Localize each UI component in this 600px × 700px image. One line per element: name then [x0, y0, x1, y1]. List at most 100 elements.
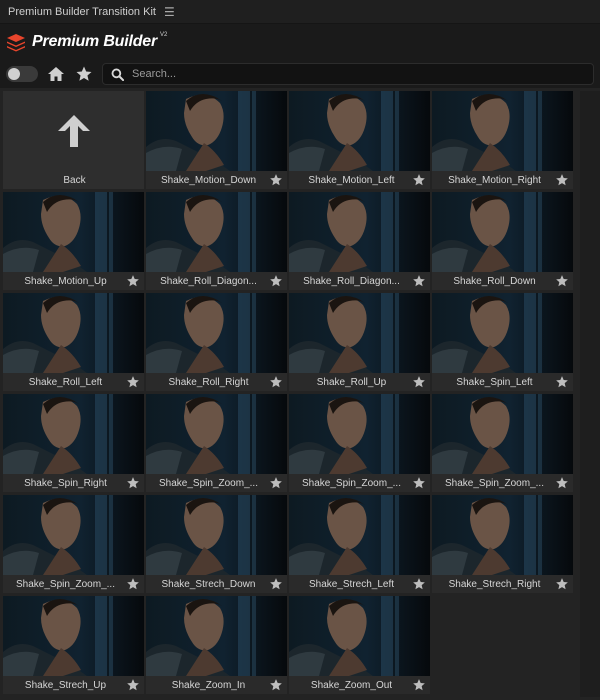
preset-label-bar: Shake_Zoom_In [146, 676, 287, 694]
preset-tile[interactable]: Shake_Motion_Up [3, 192, 144, 290]
preset-thumbnail [289, 192, 430, 272]
preset-label: Shake_Zoom_In [171, 679, 246, 691]
favorite-star-icon[interactable] [126, 476, 140, 490]
preset-tile[interactable]: Shake_Spin_Zoom_... [432, 394, 573, 492]
preset-label-bar: Shake_Motion_Right [432, 171, 573, 189]
scroll-gutter [580, 91, 600, 697]
favorite-star-icon[interactable] [412, 476, 426, 490]
preset-label: Shake_Spin_Left [456, 376, 533, 388]
layers-logo-icon [7, 34, 25, 52]
brand-header: Premium Builder V2 [0, 24, 600, 60]
preset-label-bar: Shake_Motion_Left [289, 171, 430, 189]
favorite-star-icon[interactable] [412, 274, 426, 288]
brand-name: Premium Builder [32, 33, 158, 50]
favorite-star-icon[interactable] [412, 173, 426, 187]
preset-tile[interactable]: Shake_Strech_Up [3, 596, 144, 694]
preset-tile[interactable]: Shake_Roll_Left [3, 293, 144, 391]
preset-tile[interactable]: Shake_Spin_Left [432, 293, 573, 391]
preset-label: Shake_Zoom_Out [310, 679, 393, 691]
favorite-star-icon[interactable] [555, 375, 569, 389]
preset-thumbnail [3, 192, 144, 272]
preset-tile[interactable]: Shake_Spin_Right [3, 394, 144, 492]
home-icon[interactable] [46, 64, 66, 84]
preset-label: Shake_Roll_Right [168, 376, 249, 388]
preset-thumbnail [3, 293, 144, 373]
favorite-star-icon[interactable] [126, 678, 140, 692]
favorite-star-icon[interactable] [412, 375, 426, 389]
brand-version: V2 [160, 32, 168, 38]
favorite-star-icon[interactable] [269, 375, 283, 389]
preset-tile[interactable]: Shake_Zoom_Out [289, 596, 430, 694]
preset-tile[interactable]: Shake_Motion_Right [432, 91, 573, 189]
preset-tile[interactable]: Shake_Spin_Zoom_... [146, 394, 287, 492]
preset-label: Shake_Spin_Zoom_... [159, 477, 258, 489]
preset-tile[interactable]: Shake_Roll_Up [289, 293, 430, 391]
favorite-star-icon[interactable] [555, 173, 569, 187]
preset-label: Shake_Spin_Zoom_... [302, 477, 401, 489]
preset-label: Shake_Roll_Left [28, 376, 103, 388]
preset-grid: Back Shake_Motion_Down Shake_Motion_Left S… [3, 91, 579, 697]
preset-label: Shake_Motion_Right [448, 174, 541, 186]
preset-tile[interactable]: Shake_Roll_Diagon... [289, 192, 430, 290]
preset-label-bar: Shake_Motion_Up [3, 272, 144, 290]
favorite-star-icon[interactable] [269, 678, 283, 692]
arrow-up-icon [57, 115, 90, 147]
preset-label-bar: Shake_Spin_Zoom_... [3, 575, 144, 593]
preset-label-bar: Shake_Roll_Down [432, 272, 573, 290]
preset-tile[interactable]: Shake_Spin_Zoom_... [289, 394, 430, 492]
star-icon[interactable] [74, 64, 94, 84]
preset-thumbnail [289, 394, 430, 474]
favorite-star-icon[interactable] [412, 577, 426, 591]
preset-label-bar: Shake_Strech_Down [146, 575, 287, 593]
favorite-star-icon[interactable] [126, 274, 140, 288]
preset-label: Shake_Strech_Left [308, 578, 395, 590]
preset-thumbnail [146, 192, 287, 272]
favorite-star-icon[interactable] [412, 678, 426, 692]
preset-tile[interactable]: Shake_Strech_Right [432, 495, 573, 593]
preset-label-bar: Shake_Spin_Zoom_... [146, 474, 287, 492]
preset-label-bar: Shake_Strech_Up [3, 676, 144, 694]
preset-tile[interactable]: Shake_Strech_Down [146, 495, 287, 593]
preset-label: Shake_Strech_Right [448, 578, 541, 590]
preset-label: Shake_Strech_Up [24, 679, 107, 691]
preset-label: Shake_Roll_Up [316, 376, 387, 388]
favorite-star-icon[interactable] [555, 476, 569, 490]
preset-thumbnail [3, 394, 144, 474]
preset-label-bar: Shake_Roll_Left [3, 373, 144, 391]
preset-thumbnail [146, 91, 287, 171]
preset-label-bar: Shake_Spin_Zoom_... [289, 474, 430, 492]
favorite-star-icon[interactable] [269, 274, 283, 288]
preset-label: Shake_Spin_Zoom_... [445, 477, 544, 489]
favorite-star-icon[interactable] [126, 375, 140, 389]
preset-thumbnail [289, 495, 430, 575]
preset-tile[interactable]: Shake_Roll_Diagon... [146, 192, 287, 290]
preset-thumbnail [3, 495, 144, 575]
preset-tile[interactable]: Shake_Motion_Left [289, 91, 430, 189]
favorite-star-icon[interactable] [126, 577, 140, 591]
preset-tile[interactable]: Shake_Zoom_In [146, 596, 287, 694]
mode-toggle[interactable] [6, 66, 38, 82]
search-box[interactable] [102, 63, 594, 85]
preset-label-bar: Shake_Zoom_Out [289, 676, 430, 694]
preset-thumbnail [146, 596, 287, 676]
back-tile[interactable]: Back [3, 91, 144, 189]
preset-label: Shake_Motion_Up [24, 275, 107, 287]
preset-tile[interactable]: Shake_Roll_Down [432, 192, 573, 290]
favorite-star-icon[interactable] [269, 173, 283, 187]
preset-tile[interactable]: Shake_Motion_Down [146, 91, 287, 189]
preset-label-bar: Shake_Spin_Left [432, 373, 573, 391]
search-input[interactable] [132, 68, 572, 80]
hamburger-icon[interactable]: ☰ [164, 5, 175, 19]
preset-tile[interactable]: Shake_Roll_Right [146, 293, 287, 391]
preset-label-bar: Shake_Roll_Up [289, 373, 430, 391]
favorite-star-icon[interactable] [269, 476, 283, 490]
window-title: Premium Builder Transition Kit [8, 5, 156, 18]
preset-label: Shake_Strech_Down [161, 578, 256, 590]
preset-tile[interactable]: Shake_Strech_Left [289, 495, 430, 593]
favorite-star-icon[interactable] [555, 274, 569, 288]
favorite-star-icon[interactable] [555, 577, 569, 591]
favorite-star-icon[interactable] [269, 577, 283, 591]
toolbar [0, 60, 600, 88]
preset-tile[interactable]: Shake_Spin_Zoom_... [3, 495, 144, 593]
preset-label: Shake_Spin_Zoom_... [16, 578, 115, 590]
